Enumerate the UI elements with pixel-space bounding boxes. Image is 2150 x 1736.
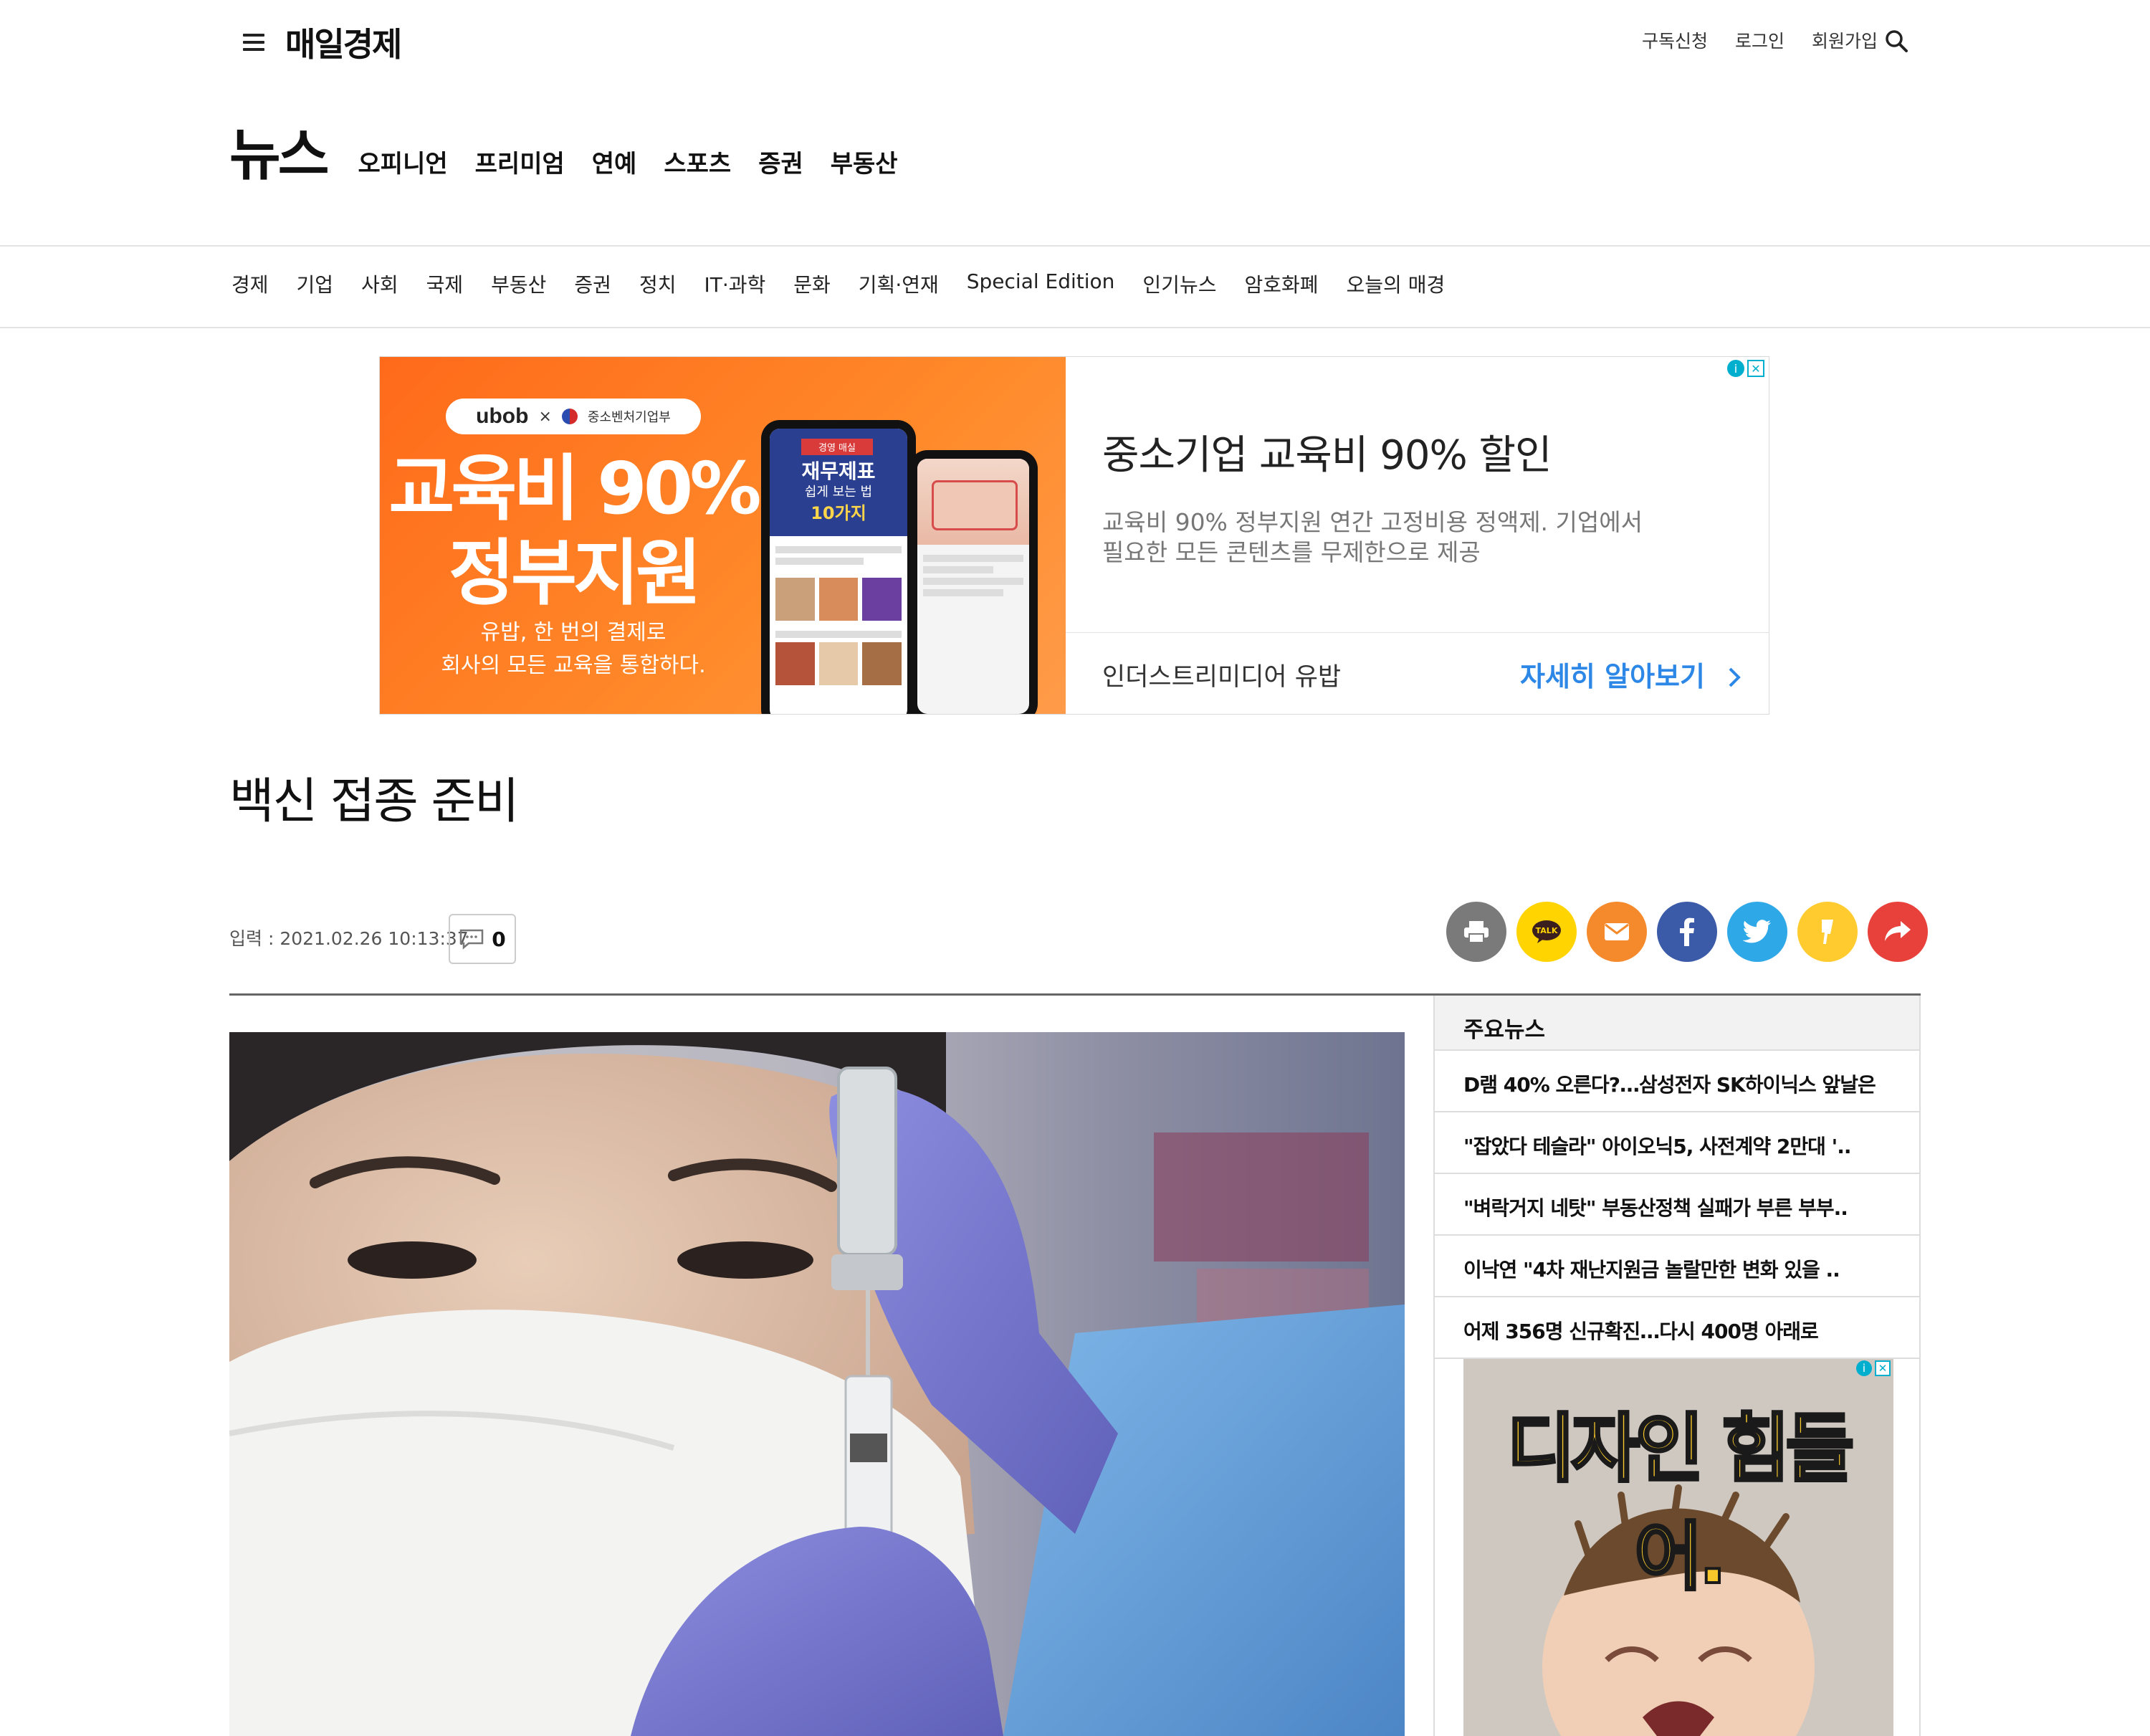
tab-premium[interactable]: 프리미엄	[475, 144, 565, 185]
ad-headline: 교육비 90% 정부지원	[380, 447, 767, 616]
kakaostory-icon	[1822, 920, 1833, 944]
ad-divider	[1066, 632, 1769, 633]
ad-slogan-line2: 회사의 모든 교육을 통합하다.	[441, 653, 706, 678]
subnav-it-science[interactable]: IT·과학	[704, 270, 765, 298]
section-title-news[interactable]: 뉴스	[229, 126, 330, 185]
subnav-crypto[interactable]: 암호화폐	[1244, 270, 1318, 298]
ad-choices[interactable]: i ✕	[1856, 1360, 1891, 1376]
ad-info-icon[interactable]: i	[1856, 1360, 1872, 1376]
tab-stocks[interactable]: 증권	[758, 144, 803, 185]
subnav-stocks[interactable]: 증권	[574, 270, 611, 298]
twitter-icon	[1743, 920, 1771, 943]
headline-item[interactable]: D램 40% 오른다?…삼성전자 SK하이닉스 앞날은	[1435, 1051, 1919, 1112]
kakaotalk-share-button[interactable]: TALK	[1516, 902, 1577, 962]
more-share-button[interactable]	[1868, 902, 1928, 962]
ad-phone-back	[909, 450, 1038, 714]
ad-banner[interactable]: ubob × 중소벤처기업부 교육비 90% 정부지원 유밥, 한 번의 결제로…	[379, 356, 1769, 715]
ad-partner-pill: ubob × 중소벤처기업부	[446, 399, 701, 434]
subscribe-link[interactable]: 구독신청	[1642, 27, 1708, 53]
share-arrow-icon	[1885, 921, 1911, 941]
ad-cta-label: 자세히 알아보기	[1520, 661, 1705, 692]
subnav-society[interactable]: 사회	[361, 270, 398, 298]
subnav-politics[interactable]: 정치	[639, 270, 677, 298]
section-nav: 뉴스 오피니언 프리미엄 연예 스포츠 증권 부동산	[229, 126, 925, 185]
print-icon	[1464, 921, 1489, 943]
comment-count-button[interactable]: 0	[449, 914, 516, 964]
ad-pill-x: ×	[538, 407, 552, 426]
ad-close-icon[interactable]: ✕	[1875, 1360, 1891, 1376]
subnav-world[interactable]: 국제	[426, 270, 464, 298]
share-buttons: TALK	[1446, 902, 1928, 962]
sidebar-ad-text: 디자인 힘들어.	[1506, 1403, 1856, 1602]
facebook-icon	[1680, 917, 1694, 946]
ad-close-icon[interactable]: ✕	[1747, 360, 1764, 377]
sub-nav: 경제 기업 사회 국제 부동산 증권 정치 IT·과학 문화 기획·연재 Spe…	[231, 270, 1473, 298]
ad-partner-name: 중소벤처기업부	[587, 410, 671, 425]
ad-image[interactable]: ubob × 중소벤처기업부 교육비 90% 정부지원 유밥, 한 번의 결제로…	[380, 357, 1066, 714]
divider	[0, 245, 2150, 247]
chevron-right-icon	[1729, 667, 1742, 687]
subnav-special-edition[interactable]: Special Edition	[967, 270, 1115, 298]
ad-phone-title1: 재무제표	[801, 459, 876, 483]
ad-cta-button[interactable]: 자세히 알아보기	[1520, 654, 1743, 694]
kakaostory-share-button[interactable]	[1797, 902, 1858, 962]
ad-phone-front: 경영 매실 재무제표 쉽게 보는 법 10가지	[761, 420, 916, 714]
headline-item[interactable]: 이낙연 "4차 재난지원금 놀랄만한 변화 있을 ..	[1435, 1236, 1919, 1297]
sidebar-title: 주요뉴스	[1435, 996, 1919, 1051]
tab-sports[interactable]: 스포츠	[664, 144, 731, 185]
government-emblem-icon	[561, 409, 578, 424]
subnav-culture[interactable]: 문화	[793, 270, 831, 298]
subnav-economy[interactable]: 경제	[231, 270, 269, 298]
ad-phone-title2: 쉽게 보는 법	[804, 485, 873, 500]
ad-phone-tag: 경영 매실	[801, 439, 873, 455]
subnav-series[interactable]: 기획·연재	[859, 270, 939, 298]
ad-slogan: 유밥, 한 번의 결제로 회사의 모든 교육을 통합하다.	[380, 616, 767, 682]
email-icon	[1605, 923, 1629, 940]
ad-advertiser: 인더스트리미디어 유밥	[1102, 663, 1342, 692]
comment-icon	[460, 929, 484, 950]
sidebar: 주요뉴스 D램 40% 오른다?…삼성전자 SK하이닉스 앞날은 "잡았다 테슬…	[1433, 996, 1921, 1736]
ad-choices[interactable]: i ✕	[1727, 360, 1764, 377]
ad-desc-line1: 교육비 90% 정부지원 연간 고정비용 정액제. 기업에서	[1102, 508, 1643, 536]
site-logo[interactable]: 매일경제	[285, 19, 402, 66]
divider	[0, 327, 2150, 328]
ad-headline-line2: 정부지원	[449, 531, 702, 615]
signup-link[interactable]: 회원가입	[1812, 27, 1878, 53]
top-bar: 매일경제 구독신청 로그인 회원가입	[0, 0, 2150, 86]
utility-links: 구독신청 로그인 회원가입	[1642, 27, 1878, 53]
headline-item[interactable]: 어제 356명 신규확진…다시 400명 아래로	[1435, 1297, 1919, 1359]
print-button[interactable]	[1446, 902, 1506, 962]
facebook-share-button[interactable]	[1657, 902, 1717, 962]
search-icon[interactable]	[1884, 29, 1908, 53]
ad-slogan-line1: 유밥, 한 번의 결제로	[480, 620, 666, 645]
ad-brand-logo: ubob	[476, 404, 529, 428]
twitter-share-button[interactable]	[1727, 902, 1787, 962]
login-link[interactable]: 로그인	[1735, 27, 1784, 53]
article-headline: 백신 접종 준비	[229, 773, 520, 830]
ad-phone-title3: 10가지	[811, 503, 866, 523]
tab-entertainment[interactable]: 연예	[592, 144, 637, 185]
ad-title[interactable]: 중소기업 교육비 90% 할인	[1102, 423, 1552, 481]
article-photo[interactable]	[229, 1032, 1405, 1736]
ad-desc-line2: 필요한 모든 콘텐츠를 무제한으로 제공	[1102, 538, 1481, 566]
article-input-time: 입력 : 2021.02.26 10:13:37	[229, 928, 469, 949]
svg-text:TALK: TALK	[1536, 926, 1558, 935]
headline-item[interactable]: "잡았다 테슬라" 아이오닉5, 사전계약 2만대 '..	[1435, 1112, 1919, 1174]
headline-item[interactable]: "벼락거지 네탓" 부동산정책 실패가 부른 부부..	[1435, 1174, 1919, 1236]
kakaotalk-icon: TALK	[1532, 920, 1561, 943]
ad-headline-line1: 교육비 90%	[388, 447, 761, 530]
ad-description: 교육비 90% 정부지원 연간 고정비용 정액제. 기업에서 필요한 모든 콘텐…	[1102, 507, 1676, 568]
subnav-business[interactable]: 기업	[297, 270, 334, 298]
vaccine-preparation-photo	[229, 1032, 1405, 1736]
ad-info-icon[interactable]: i	[1727, 360, 1744, 377]
tab-opinion[interactable]: 오피니언	[358, 144, 448, 185]
email-share-button[interactable]	[1587, 902, 1647, 962]
comment-count: 0	[492, 927, 506, 951]
subnav-today-mk[interactable]: 오늘의 매경	[1347, 270, 1446, 298]
menu-icon[interactable]	[243, 34, 264, 51]
sidebar-ad[interactable]: 디자인 힘들어. i ✕	[1463, 1359, 1893, 1736]
tab-real-estate[interactable]: 부동산	[831, 144, 898, 185]
subnav-real-estate[interactable]: 부동산	[491, 270, 546, 298]
subnav-popular-news[interactable]: 인기뉴스	[1142, 270, 1216, 298]
